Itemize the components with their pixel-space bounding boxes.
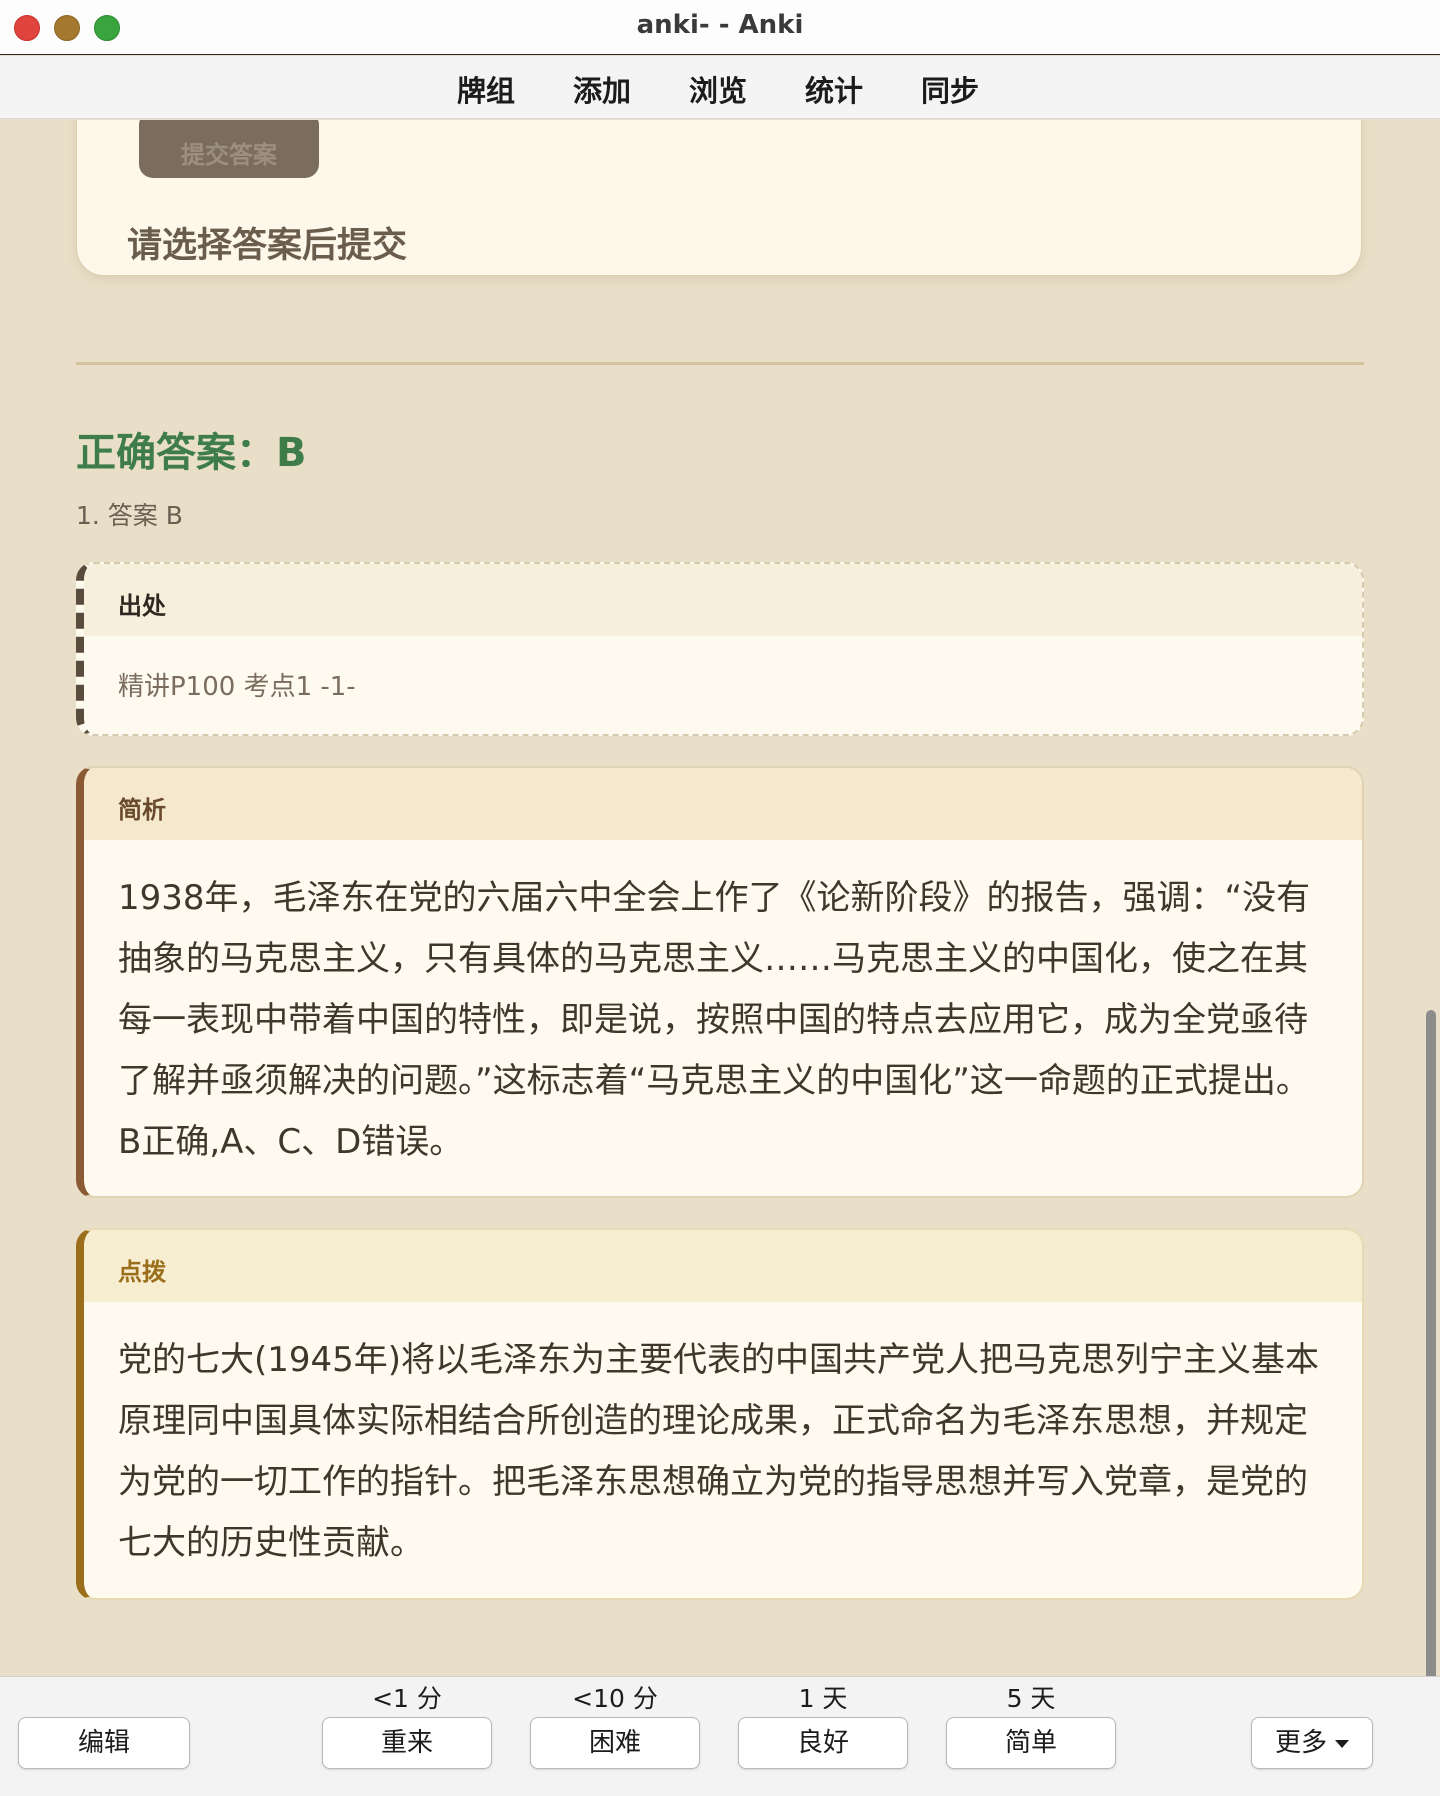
hard-interval: <10 分 [572,1684,658,1713]
submit-answer-button[interactable]: 提交答案 [139,120,319,178]
more-button[interactable]: 更多 [1251,1717,1373,1769]
window-title: anki- - Anki [636,10,804,40]
tip-heading: 点拨 [84,1230,1362,1302]
again-interval: <1 分 [372,1684,442,1713]
question-card: 提交答案 请选择答案后提交 [76,120,1362,276]
card-content: 提交答案 请选择答案后提交 正确答案：B 1. 答案 B 出处 精讲P100 考… [0,120,1440,1676]
again-button[interactable]: 重来 [322,1717,492,1769]
edit-button[interactable]: 编辑 [18,1717,190,1769]
easy-interval: 5 天 [1006,1684,1056,1713]
good-interval: 1 天 [798,1684,848,1713]
submit-prompt: 请选择答案后提交 [127,226,408,266]
more-label: 更多 [1274,1728,1327,1758]
source-heading: 出处 [84,564,1362,636]
easy-button[interactable]: 简单 [946,1717,1116,1769]
analysis-box: 简析 1938年，毛泽东在党的六届六中全会上作了《论新阶段》的报告，强调：“没有… [76,766,1364,1198]
anki-window: anki- - Anki 牌组 添加 浏览 统计 同步 提交答案 请选择答案后提… [0,0,1440,1796]
section-divider [76,362,1364,365]
menu-browse[interactable]: 浏览 [689,68,747,110]
correct-answer-title: 正确答案：B [76,430,307,476]
menu-decks[interactable]: 牌组 [457,68,515,110]
menu-add[interactable]: 添加 [573,68,631,110]
good-button[interactable]: 良好 [738,1717,908,1769]
hard-button[interactable]: 困难 [530,1717,700,1769]
title-bar: anki- - Anki [0,0,1440,55]
review-bottom-bar: 编辑 <1 分 重来 <10 分 困难 1 天 良好 5 天 简单 更多 [0,1676,1440,1796]
source-text: 精讲P100 考点1 -1- [118,672,356,702]
tip-text: 党的七大(1945年)将以毛泽东为主要代表的中国共产党人把马克思列宁主义基本原理… [118,1340,1320,1563]
correct-answer-item: 1. 答案 B [76,501,183,530]
chevron-down-icon [1335,1739,1349,1748]
analysis-heading: 简析 [84,768,1362,840]
source-box: 出处 精讲P100 考点1 -1- [76,562,1364,736]
tip-box: 点拨 党的七大(1945年)将以毛泽东为主要代表的中国共产党人把马克思列宁主义基… [76,1228,1364,1600]
analysis-text: 1938年，毛泽东在党的六届六中全会上作了《论新阶段》的报告，强调：“没有抽象的… [118,878,1311,1162]
main-toolbar: 牌组 添加 浏览 统计 同步 [0,56,1440,119]
menu-sync[interactable]: 同步 [921,68,979,110]
menu-stats[interactable]: 统计 [805,68,863,110]
scrollbar-thumb[interactable] [1426,1010,1436,1676]
